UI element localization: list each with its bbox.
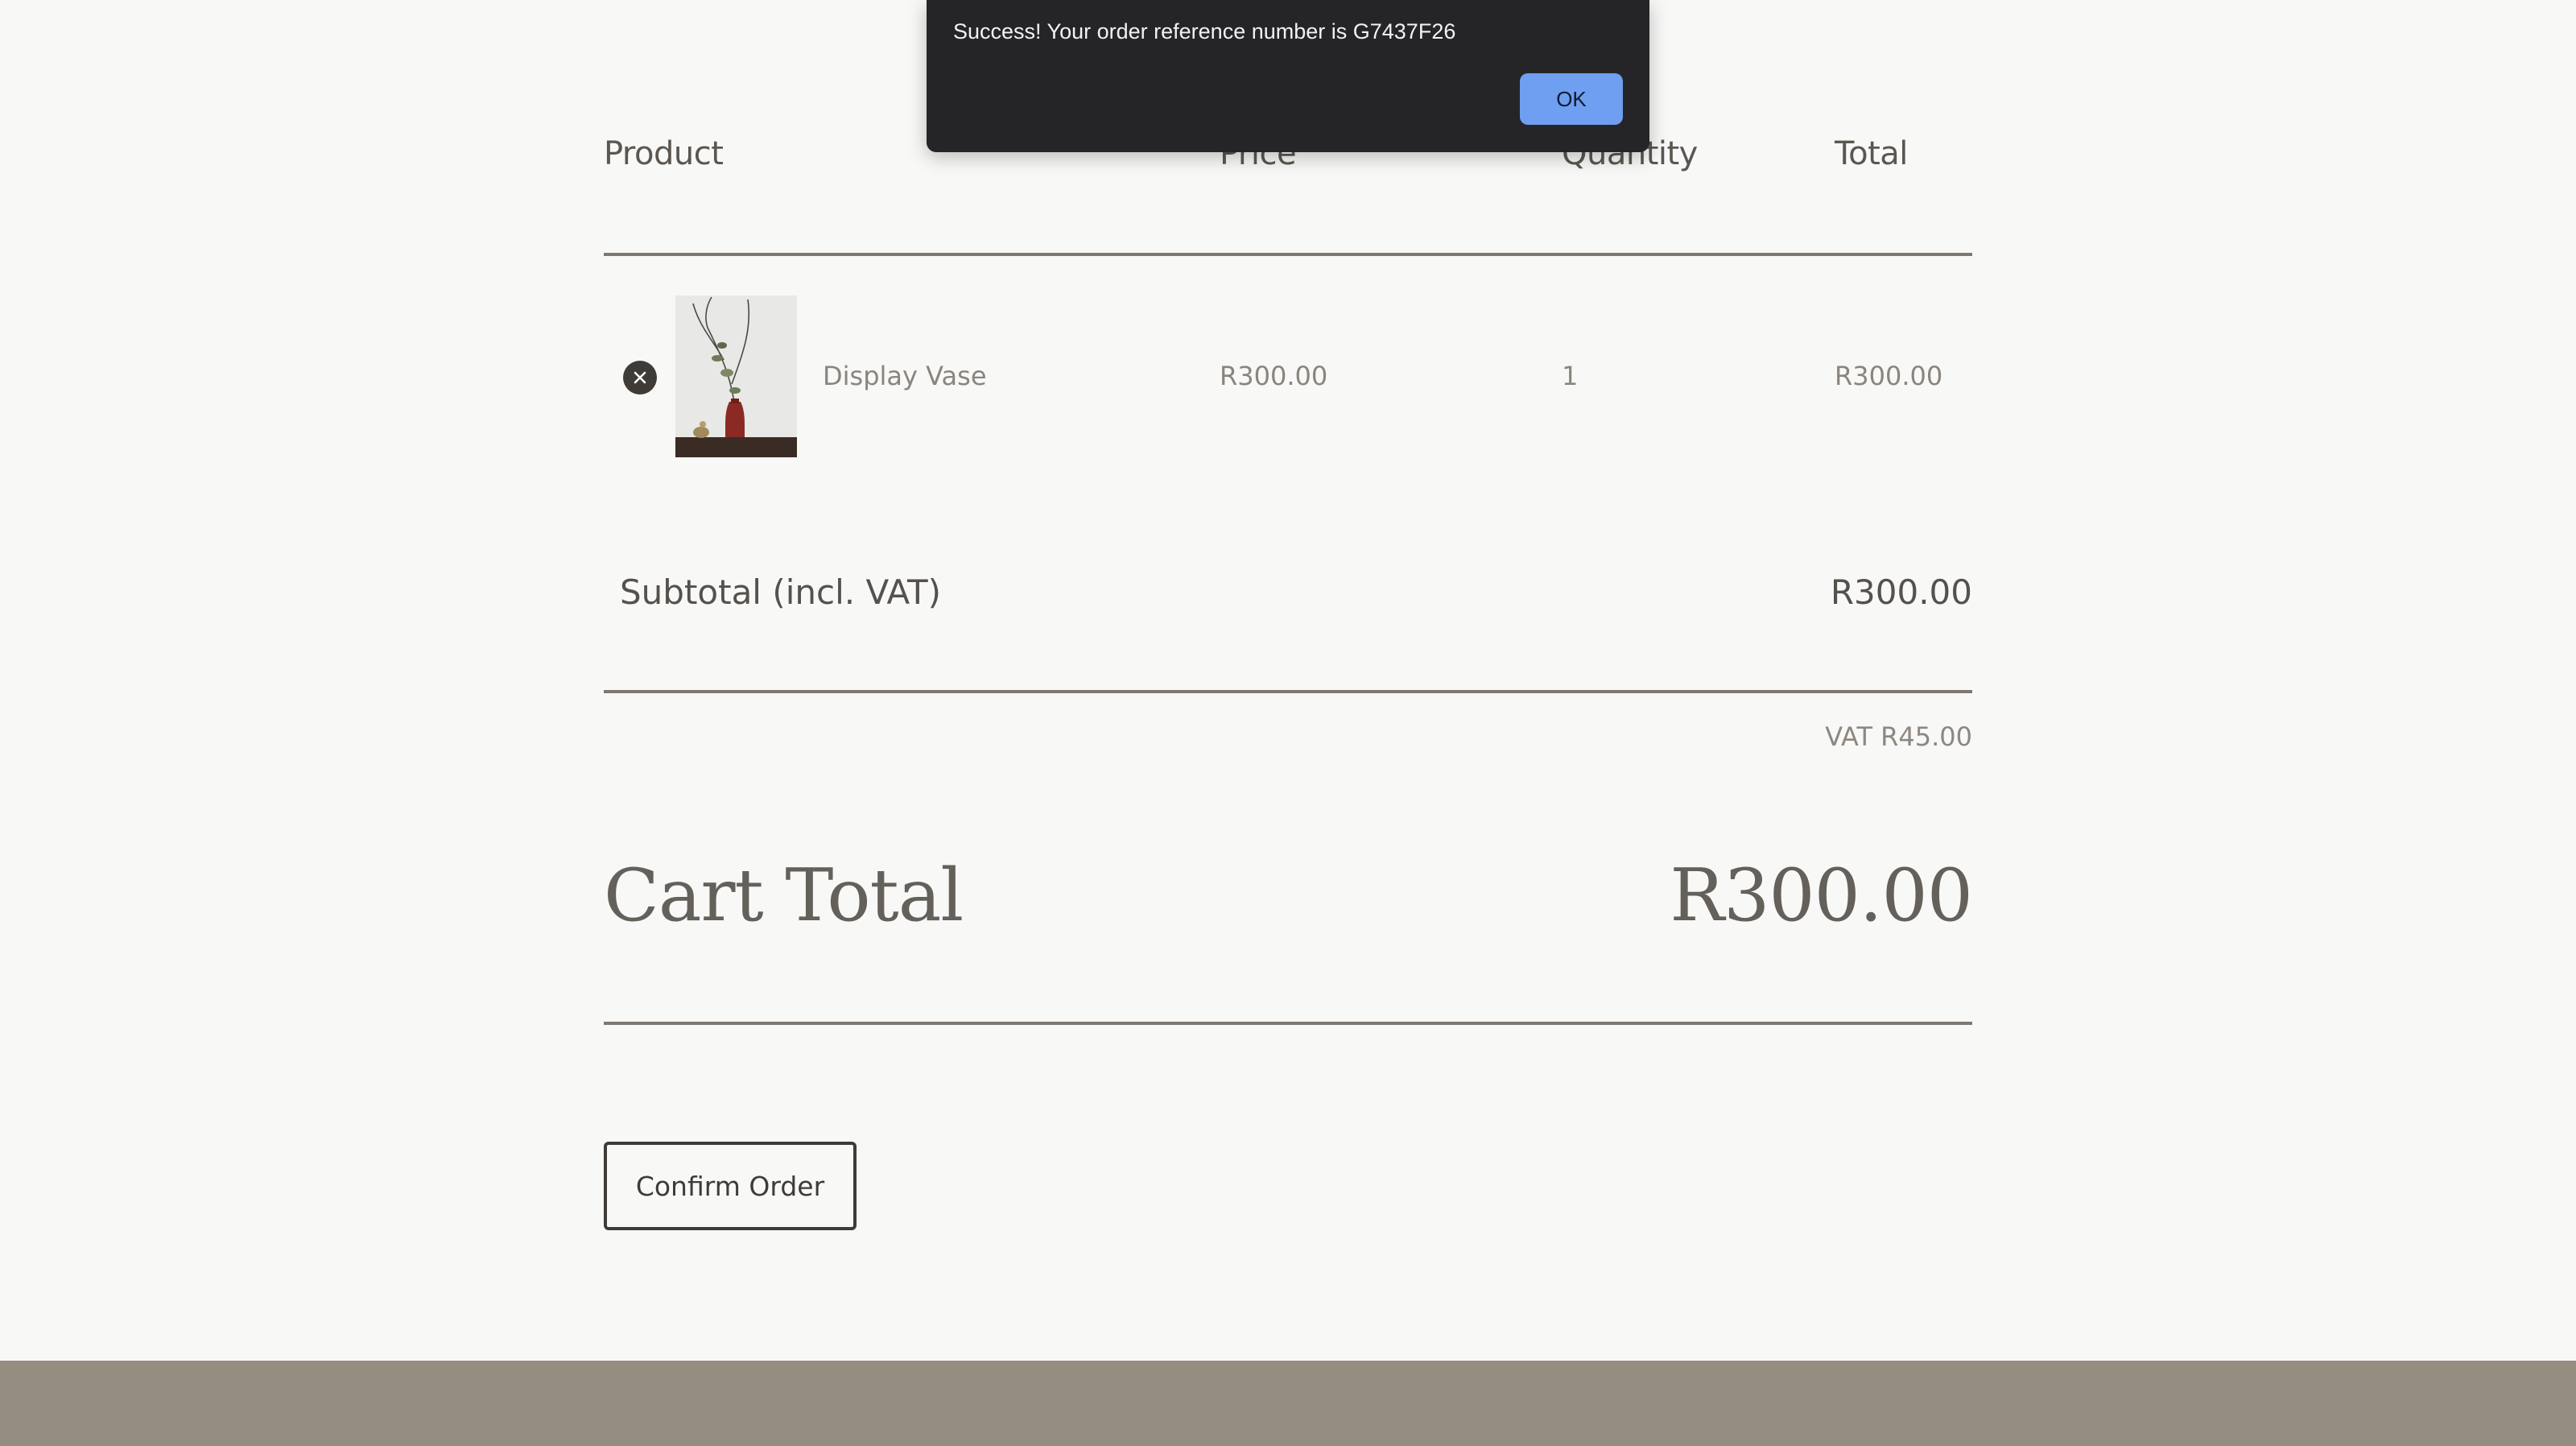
cart-total-value: R300.00 [1670,853,1973,938]
confirm-order-button[interactable]: Confirm Order [604,1142,857,1230]
column-header-total: Total [1835,135,1908,172]
header-divider [604,253,1972,256]
remove-item-button[interactable] [623,361,657,395]
subtotal-label: Subtotal (incl. VAT) [620,572,942,612]
product-quantity: 1 [1562,361,1579,391]
subtotal-divider [604,690,1972,693]
vase-product-image [675,295,797,457]
product-image[interactable] [675,295,797,457]
close-icon [634,371,646,384]
alert-ok-button[interactable]: OK [1520,73,1623,125]
success-alert-dialog: Success! Your order reference number is … [927,0,1649,152]
footer [0,1361,2576,1446]
column-header-product: Product [604,135,724,172]
product-price: R300.00 [1220,361,1328,391]
vat-amount: VAT R45.00 [1825,721,1972,752]
product-total: R300.00 [1835,361,1943,391]
subtotal-value: R300.00 [1830,572,1972,612]
cart-total-label: Cart Total [604,853,964,938]
product-name[interactable]: Display Vase [823,361,987,391]
alert-message: Success! Your order reference number is … [953,19,1456,43]
cart-total-divider [604,1022,1972,1025]
